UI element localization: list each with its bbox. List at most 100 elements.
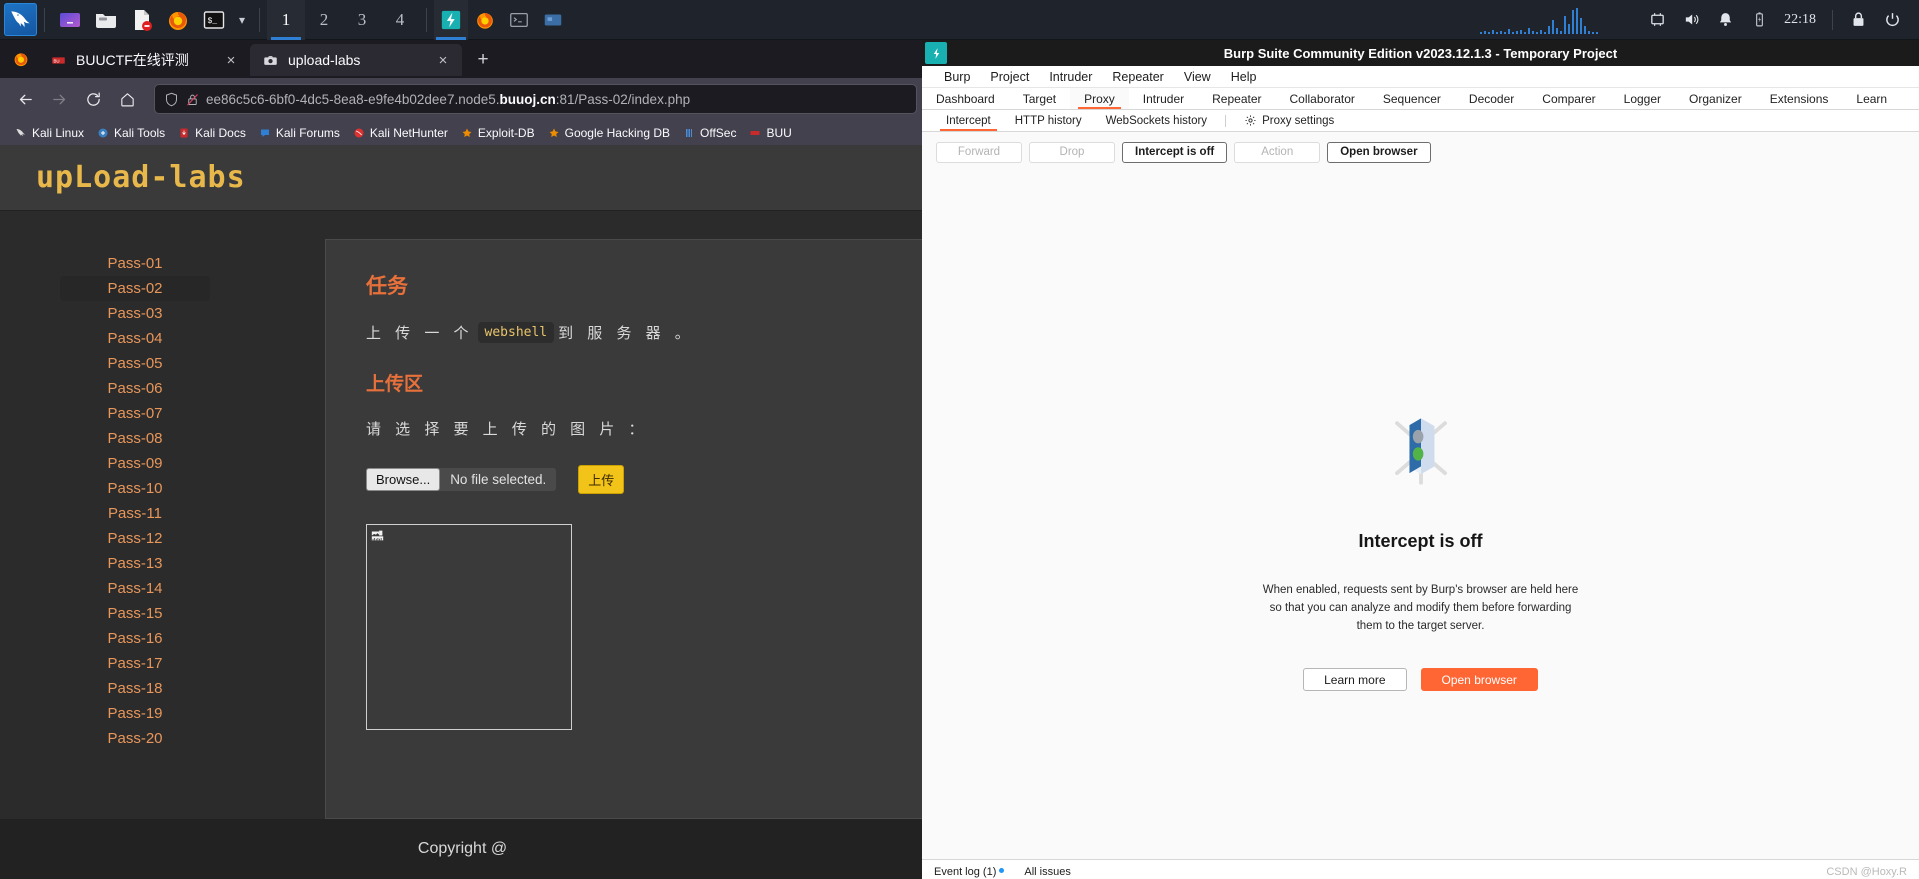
tab-repeater[interactable]: Repeater bbox=[1198, 88, 1275, 109]
tab-close-icon[interactable]: × bbox=[220, 49, 242, 71]
kali-menu-icon[interactable] bbox=[4, 3, 37, 36]
sidebar-item-pass-01[interactable]: Pass-01 bbox=[60, 251, 210, 276]
action-button[interactable]: Action bbox=[1234, 141, 1321, 163]
sidebar-item-pass-17[interactable]: Pass-17 bbox=[60, 651, 210, 676]
forward-button[interactable] bbox=[42, 84, 76, 114]
sidebar-item-pass-18[interactable]: Pass-18 bbox=[60, 676, 210, 701]
chevron-down-icon[interactable]: ▾ bbox=[232, 13, 252, 27]
task-description: 上 传 一 个 webshell 到 服 务 器 。 bbox=[366, 322, 925, 343]
learn-more-button[interactable]: Learn more bbox=[1303, 668, 1407, 692]
bookmark-google-hacking-db[interactable]: Google Hacking DB bbox=[541, 124, 676, 142]
text-editor-icon[interactable] bbox=[126, 4, 158, 36]
sidebar-item-pass-10[interactable]: Pass-10 bbox=[60, 476, 210, 501]
url-bar[interactable]: ee86c5c6-6bf0-4dc5-8ea8-e9fe4b02dee7.nod… bbox=[154, 84, 917, 114]
sidebar-item-pass-13[interactable]: Pass-13 bbox=[60, 551, 210, 576]
clock[interactable]: 22:18 bbox=[1784, 12, 1816, 28]
browse-button[interactable]: Browse... bbox=[366, 468, 441, 491]
subtab-websockets-history[interactable]: WebSockets history bbox=[1094, 110, 1219, 131]
window-button-burp-suite[interactable] bbox=[434, 0, 468, 40]
tab-target[interactable]: Target bbox=[1009, 88, 1070, 109]
sidebar-item-pass-06[interactable]: Pass-06 bbox=[60, 376, 210, 401]
tab-sequencer[interactable]: Sequencer bbox=[1369, 88, 1455, 109]
tab-comparer[interactable]: Comparer bbox=[1528, 88, 1609, 109]
tab-intruder[interactable]: Intruder bbox=[1129, 88, 1198, 109]
sidebar-item-pass-09[interactable]: Pass-09 bbox=[60, 451, 210, 476]
sidebar-item-pass-19[interactable]: Pass-19 bbox=[60, 701, 210, 726]
menu-help[interactable]: Help bbox=[1221, 70, 1267, 84]
workspace-2[interactable]: 2 bbox=[305, 0, 343, 40]
sidebar-item-pass-03[interactable]: Pass-03 bbox=[60, 301, 210, 326]
browser-tab-upload-labs[interactable]: upload-labs × bbox=[250, 44, 462, 76]
folder-icon[interactable] bbox=[90, 4, 122, 36]
bookmark-kali-docs[interactable]: Kali Docs bbox=[171, 124, 252, 142]
workspace-3[interactable]: 3 bbox=[343, 0, 381, 40]
open-browser-button[interactable]: Open browser bbox=[1327, 141, 1431, 163]
forward-button[interactable]: Forward bbox=[936, 141, 1022, 163]
kali-nethunter-icon bbox=[352, 126, 366, 140]
tab-collaborator[interactable]: Collaborator bbox=[1276, 88, 1369, 109]
tab-extensions[interactable]: Extensions bbox=[1756, 88, 1843, 109]
all-issues-button[interactable]: All issues bbox=[1024, 866, 1070, 878]
network-icon[interactable] bbox=[1643, 6, 1671, 34]
bookmark-kali-tools[interactable]: Kali Tools bbox=[90, 124, 171, 142]
bookmark-offsec[interactable]: OffSec bbox=[676, 124, 742, 142]
tab-dashboard[interactable]: Dashboard bbox=[922, 88, 1009, 109]
intercept-toggle-button[interactable]: Intercept is off bbox=[1122, 141, 1228, 163]
terminal-icon[interactable]: $_ bbox=[198, 4, 230, 36]
tab-proxy[interactable]: Proxy bbox=[1070, 88, 1129, 109]
notification-bell-icon[interactable] bbox=[1711, 6, 1739, 34]
sidebar-item-pass-20[interactable]: Pass-20 bbox=[60, 726, 210, 751]
sidebar-item-pass-16[interactable]: Pass-16 bbox=[60, 626, 210, 651]
tab-logger[interactable]: Logger bbox=[1610, 88, 1675, 109]
menu-view[interactable]: View bbox=[1174, 70, 1221, 84]
tab-organizer[interactable]: Organizer bbox=[1675, 88, 1756, 109]
browser-tab-buuctf[interactable]: BU BUUCTF在线评测 × bbox=[38, 44, 250, 76]
bookmark-kali-linux[interactable]: Kali Linux bbox=[8, 124, 90, 142]
back-button[interactable] bbox=[8, 84, 42, 114]
lock-icon[interactable] bbox=[1844, 6, 1872, 34]
bookmark-kali-nethunter[interactable]: Kali NetHunter bbox=[346, 124, 454, 142]
bookmark-kali-forums[interactable]: Kali Forums bbox=[252, 124, 346, 142]
bookmark-buu[interactable]: BUU bbox=[742, 124, 797, 142]
sidebar-item-pass-08[interactable]: Pass-08 bbox=[60, 426, 210, 451]
event-log-button[interactable]: Event log (1) bbox=[934, 866, 1005, 878]
sidebar-item-pass-14[interactable]: Pass-14 bbox=[60, 576, 210, 601]
menu-project[interactable]: Project bbox=[980, 70, 1039, 84]
taskbar-divider bbox=[44, 7, 45, 32]
open-browser-primary-button[interactable]: Open browser bbox=[1420, 668, 1538, 692]
camera-favicon bbox=[262, 52, 279, 69]
subtab-intercept[interactable]: Intercept bbox=[934, 110, 1003, 131]
sidebar-item-pass-05[interactable]: Pass-05 bbox=[60, 351, 210, 376]
window-button-terminal[interactable] bbox=[502, 0, 536, 40]
workspace-4[interactable]: 4 bbox=[381, 0, 419, 40]
subtab-http-history[interactable]: HTTP history bbox=[1003, 110, 1094, 131]
reload-button[interactable] bbox=[76, 84, 110, 114]
window-button-firefox[interactable] bbox=[468, 0, 502, 40]
tab-close-icon[interactable]: × bbox=[432, 49, 454, 71]
sidebar-item-pass-02[interactable]: Pass-02 bbox=[60, 276, 210, 301]
sidebar-item-pass-04[interactable]: Pass-04 bbox=[60, 326, 210, 351]
drop-button[interactable]: Drop bbox=[1029, 141, 1115, 163]
sidebar-item-pass-07[interactable]: Pass-07 bbox=[60, 401, 210, 426]
menu-repeater[interactable]: Repeater bbox=[1102, 70, 1173, 84]
sidebar-item-pass-15[interactable]: Pass-15 bbox=[60, 601, 210, 626]
file-input[interactable]: Browse... No file selected. bbox=[366, 468, 557, 491]
workspace-1[interactable]: 1 bbox=[267, 0, 305, 40]
sidebar-item-pass-12[interactable]: Pass-12 bbox=[60, 526, 210, 551]
power-icon[interactable] bbox=[1878, 6, 1906, 34]
window-button-file-manager[interactable] bbox=[536, 0, 570, 40]
tab-learn[interactable]: Learn bbox=[1842, 88, 1901, 109]
menu-burp[interactable]: Burp bbox=[934, 70, 980, 84]
upload-submit-button[interactable]: 上传 bbox=[578, 465, 625, 494]
menu-intruder[interactable]: Intruder bbox=[1039, 70, 1102, 84]
volume-icon[interactable] bbox=[1677, 6, 1705, 34]
home-button[interactable] bbox=[110, 84, 144, 114]
tab-decoder[interactable]: Decoder bbox=[1455, 88, 1528, 109]
new-tab-button[interactable]: + bbox=[468, 45, 498, 75]
files-manager-icon[interactable] bbox=[54, 4, 86, 36]
firefox-icon[interactable] bbox=[162, 4, 194, 36]
sidebar-item-pass-11[interactable]: Pass-11 bbox=[60, 501, 210, 526]
proxy-settings-button[interactable]: Proxy settings bbox=[1232, 110, 1346, 131]
battery-icon[interactable] bbox=[1745, 6, 1773, 34]
bookmark-exploit-db[interactable]: Exploit-DB bbox=[454, 124, 541, 142]
